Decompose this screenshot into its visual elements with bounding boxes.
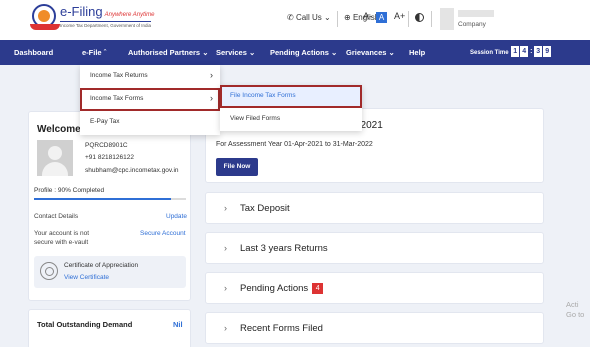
font-increase-button[interactable]: A+ — [394, 11, 405, 21]
session-digit: 3 — [534, 46, 543, 57]
logo-tagline: Anywhere Anytime — [104, 12, 155, 18]
efile-dropdown-menu: Income Tax Returns › Income Tax Forms › … — [80, 65, 220, 135]
chevron-down-icon: ⌄ — [248, 48, 256, 57]
nav-efile-label: e-File — [82, 48, 102, 57]
company-label: Company — [458, 21, 486, 28]
nav-authorised-partners[interactable]: Authorised Partners ⌄ — [128, 48, 209, 57]
accordion-last-3-years-returns[interactable]: › Last 3 years Returns — [205, 232, 544, 264]
menu-item-label: File Income Tax Forms — [230, 92, 296, 99]
menu-item-income-tax-returns[interactable]: Income Tax Returns › — [80, 65, 220, 88]
accordion-label: Pending Actions 4 — [240, 283, 324, 294]
activate-windows-watermark: Acti Go to — [566, 300, 584, 320]
main-nav: Dashboard e-File ˆ Authorised Partners ⌄… — [0, 40, 590, 65]
divider — [408, 11, 409, 27]
chevron-right-icon: › — [224, 243, 227, 253]
chevron-down-icon: ⌄ — [330, 48, 338, 57]
accordion-pending-actions[interactable]: › Pending Actions 4 — [205, 272, 544, 304]
call-us-menu[interactable]: ✆ Call Us ⌄ — [287, 13, 331, 22]
menu-item-label: Income Tax Returns — [90, 72, 148, 79]
outstanding-demand-title: Total Outstanding Demand — [37, 320, 133, 329]
pending-count-badge: 4 — [312, 283, 324, 294]
outstanding-demand-value[interactable]: Nil — [173, 320, 183, 329]
chevron-right-icon: › — [224, 283, 227, 293]
nav-authorised-partners-label: Authorised Partners — [128, 48, 201, 57]
update-link[interactable]: Update — [166, 213, 187, 220]
chevron-right-icon: › — [210, 93, 213, 103]
call-us-label: Call Us — [295, 13, 322, 22]
logo-swoosh — [30, 24, 60, 30]
logo-subtitle: Income Tax Department, Government of Ind… — [60, 21, 151, 28]
accordion-label-text: Pending Actions — [240, 283, 309, 294]
font-default-button[interactable]: A — [376, 12, 387, 23]
logo-title: e-Filing Anywhere Anytime — [60, 4, 155, 19]
accordion-label: Recent Forms Filed — [240, 323, 323, 334]
nav-help[interactable]: Help — [409, 48, 425, 57]
chevron-down-icon: ⌄ — [202, 48, 209, 57]
divider — [431, 11, 432, 27]
menu-item-view-filed-forms[interactable]: View Filed Forms — [220, 108, 362, 131]
menu-item-e-pay-tax[interactable]: E-Pay Tax — [80, 111, 220, 134]
menu-item-file-income-tax-forms[interactable]: File Income Tax Forms — [220, 85, 362, 108]
chevron-up-icon: ˆ — [103, 48, 107, 57]
font-decrease-button[interactable]: A- — [363, 11, 372, 21]
welcome-card: Welcome I PQRCD8901C +91 8218126122 shub… — [28, 111, 191, 301]
accordion-tax-deposit[interactable]: › Tax Deposit — [205, 192, 544, 224]
accordion-label: Last 3 years Returns — [240, 243, 328, 254]
contact-details-label: Contact Details — [34, 213, 79, 220]
outstanding-demand-card: Total Outstanding Demand Nil — [28, 309, 191, 347]
account-status-text: Your account is not secure with e-vault — [34, 230, 90, 246]
session-timer: Session Time 14:39 — [470, 46, 552, 57]
session-digit: 1 — [511, 46, 520, 57]
globe-icon: ⊕ — [344, 13, 351, 22]
menu-item-label: View Filed Forms — [230, 115, 281, 122]
session-digit: 9 — [543, 46, 552, 57]
avatar[interactable] — [440, 8, 454, 30]
user-name-redacted — [458, 10, 494, 17]
accordion-label: Tax Deposit — [240, 203, 290, 214]
secure-account-link[interactable]: Secure Account — [140, 230, 186, 237]
watermark-line: Go to — [566, 310, 585, 319]
file-now-button[interactable]: File Now — [216, 158, 258, 176]
nav-dashboard[interactable]: Dashboard — [14, 48, 53, 57]
session-label: Session Time — [470, 50, 509, 57]
certificate-box: Certificate of Appreciation View Certifi… — [34, 256, 186, 288]
nav-services-label: Services — [216, 48, 247, 57]
chevron-down-icon: ⌄ — [323, 13, 331, 22]
chevron-right-icon: › — [224, 203, 227, 213]
view-certificate-link[interactable]: View Certificate — [64, 274, 109, 281]
efiling-logo[interactable]: e-Filing Anywhere Anytime Income Tax Depa… — [30, 4, 154, 36]
watermark-line: Acti — [566, 300, 579, 309]
nav-pending-actions[interactable]: Pending Actions ⌄ — [270, 48, 337, 57]
nav-grievances-label: Grievances — [346, 48, 387, 57]
chevron-down-icon: ⌄ — [388, 48, 395, 57]
nav-efile[interactable]: e-File ˆ — [82, 48, 106, 57]
profile-completion-text: Profile : 90% Completed — [34, 187, 105, 194]
session-colon: : — [530, 48, 533, 55]
nav-grievances[interactable]: Grievances ⌄ — [346, 48, 395, 57]
nav-pending-actions-label: Pending Actions — [270, 48, 329, 57]
top-header: e-Filing Anywhere Anytime Income Tax Depa… — [0, 0, 590, 40]
nav-services[interactable]: Services ⌄ — [216, 48, 255, 57]
menu-item-label: Income Tax Forms — [90, 95, 144, 102]
divider — [337, 11, 338, 27]
chevron-right-icon: › — [224, 323, 227, 333]
accordion-recent-forms-filed[interactable]: › Recent Forms Filed — [205, 312, 544, 344]
contrast-icon[interactable] — [415, 13, 424, 22]
menu-item-income-tax-forms[interactable]: Income Tax Forms › — [80, 88, 220, 111]
session-digit: 4 — [520, 46, 529, 57]
income-tax-forms-submenu: File Income Tax Forms View Filed Forms — [220, 85, 362, 131]
certificate-title: Certificate of Appreciation — [64, 262, 139, 269]
assessment-year-text: For Assessment Year 01-Apr-2021 to 31-Ma… — [216, 141, 373, 148]
certificate-icon — [40, 262, 58, 280]
profile-progress-fill — [34, 198, 171, 200]
chevron-right-icon: › — [210, 70, 213, 80]
menu-item-label: E-Pay Tax — [90, 118, 120, 125]
profile-progress-bar — [34, 198, 186, 200]
phone-icon: ✆ — [287, 13, 294, 22]
